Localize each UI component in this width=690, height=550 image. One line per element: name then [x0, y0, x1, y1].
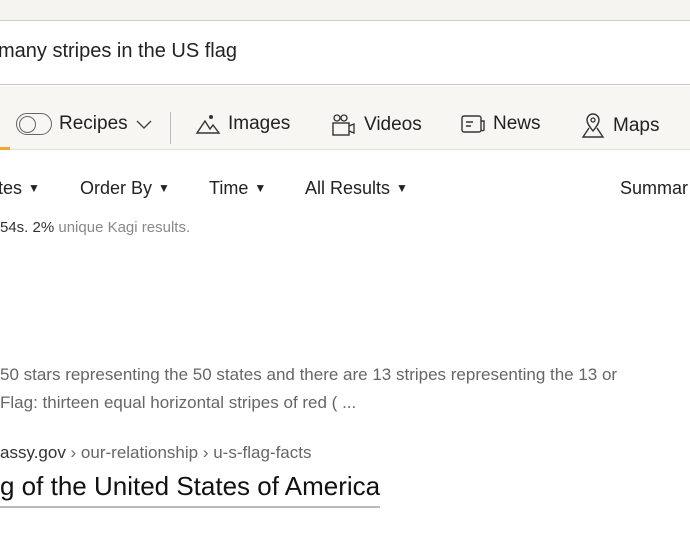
tab-videos[interactable]: Videos [331, 113, 422, 137]
result-path: › our-relationship › u-s-flag-facts [65, 443, 312, 462]
tab-maps-label: Maps [613, 115, 660, 136]
caret-down-icon: ▼ [254, 181, 267, 195]
summarize-button[interactable]: Summar [620, 178, 688, 199]
stats-time: 54s. 2% [0, 219, 55, 236]
map-pin-icon [581, 113, 605, 138]
result-url[interactable]: assy.gov › our-relationship › u-s-flag-f… [0, 443, 311, 463]
tab-images[interactable]: Images [195, 113, 290, 135]
news-icon [461, 115, 485, 133]
filter-sites[interactable]: tes ▼ [0, 178, 40, 199]
filter-time[interactable]: Time ▼ [209, 178, 266, 199]
result-domain: assy.gov [0, 443, 66, 462]
filter-time-label: Time [209, 178, 249, 198]
filter-sites-label: tes [0, 178, 23, 198]
tab-news[interactable]: News [460, 113, 541, 135]
search-input[interactable]: many stripes in the US flag [0, 40, 237, 63]
tab-images-label: Images [228, 113, 291, 134]
nav-divider [170, 112, 171, 144]
caret-down-icon: ▼ [28, 181, 40, 195]
active-tab-indicator [0, 147, 10, 150]
result-snippet-line-1: 50 stars representing the 50 states and … [0, 365, 618, 384]
tab-maps[interactable]: Maps [580, 113, 659, 139]
images-icon [195, 115, 221, 134]
toggle-switch[interactable] [16, 113, 52, 135]
filter-all-results[interactable]: All Results ▼ [305, 178, 408, 199]
tab-recipes[interactable]: Recipes [16, 113, 153, 135]
filter-results-label: All Results [305, 178, 391, 198]
result-snippet-line-2: Flag: thirteen equal horizontal stripes … [0, 393, 357, 412]
caret-down-icon: ▼ [158, 181, 170, 195]
filter-order-label: Order By [80, 178, 153, 198]
browser-top-bar [0, 0, 690, 21]
result-title-link[interactable]: g of the United States of America [0, 471, 381, 508]
tab-videos-label: Videos [364, 114, 422, 135]
filter-order-by[interactable]: Order By ▼ [80, 178, 170, 199]
caret-down-icon: ▼ [396, 181, 408, 195]
stats-text: unique Kagi results. [54, 219, 191, 236]
chevron-down-icon [136, 120, 152, 129]
tab-recipes-label: Recipes [59, 113, 128, 134]
video-camera-icon [332, 114, 355, 136]
tab-news-label: News [493, 113, 541, 134]
search-stats: 54s. 2% unique Kagi results. [0, 219, 190, 236]
